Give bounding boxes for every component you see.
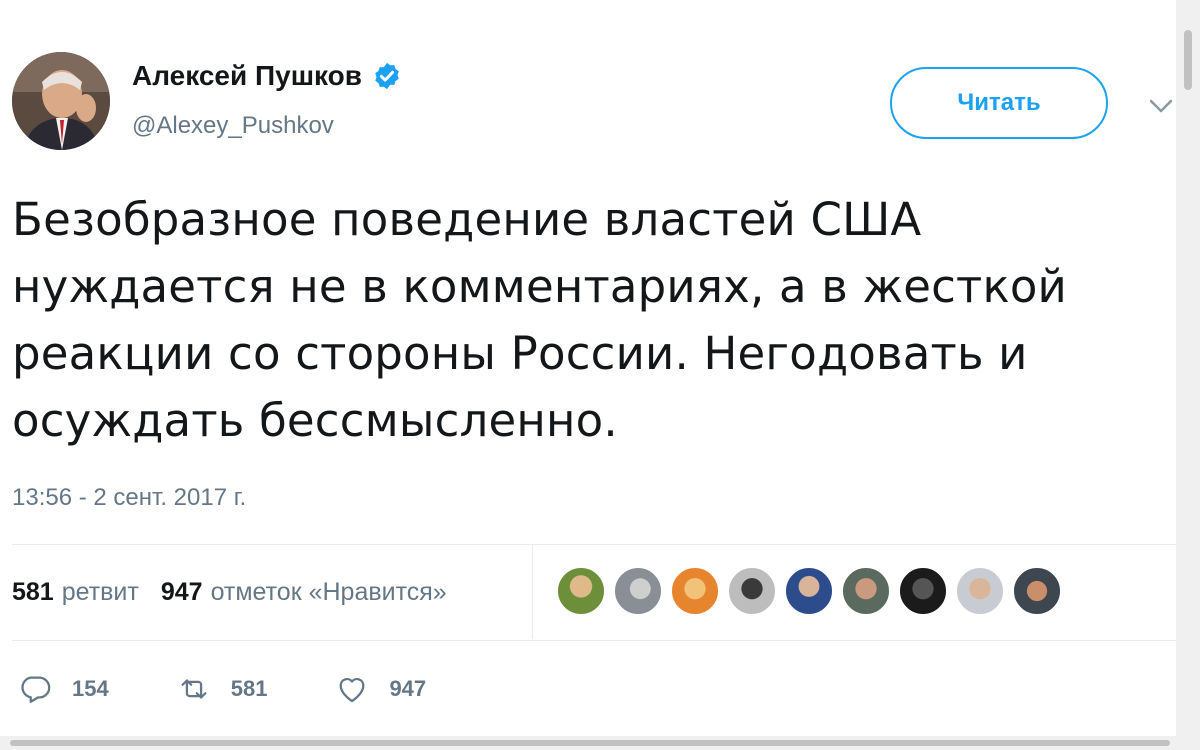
horizontal-scrollbar-thumb[interactable]	[10, 740, 1170, 746]
author-handle[interactable]: @Alexey_Pushkov	[132, 112, 334, 140]
author-avatar[interactable]	[12, 52, 110, 150]
engagement-stats: 581 ретвит 947 отметок «Нравится»	[12, 578, 447, 607]
likers-avatars	[556, 566, 1069, 616]
reply-count: 154	[72, 676, 109, 701]
likes-count[interactable]: 947	[161, 578, 203, 607]
tweet-text-line: реакции со стороны России. Негодовать и	[12, 327, 1028, 380]
liker-avatar[interactable]	[955, 566, 1005, 616]
author-avatar-image	[12, 52, 110, 150]
retweets-label[interactable]: ретвит	[62, 578, 139, 607]
reply-button[interactable]: 154	[18, 672, 109, 706]
divider	[12, 544, 1176, 545]
likes-label[interactable]: отметок «Нравится»	[211, 578, 447, 607]
liker-avatar[interactable]	[670, 566, 720, 616]
reply-icon	[21, 676, 51, 703]
tweet-card: Алексей Пушков @Alexey_Pushkov Читать Бе…	[0, 0, 1176, 736]
liker-avatar[interactable]	[613, 566, 663, 616]
tweet-text: Безобразное поведение властей США нуждае…	[12, 186, 1172, 454]
tweet-text-line: Безобразное поведение властей США	[12, 193, 922, 246]
tweet-actions: 154 581 947	[18, 672, 494, 706]
retweets-count[interactable]: 581	[12, 578, 54, 607]
chevron-down-icon[interactable]	[1146, 94, 1176, 118]
tweet-text-line: осуждать бессмысленно.	[12, 394, 618, 447]
retweet-icon	[181, 679, 207, 699]
vertical-scrollbar-thumb[interactable]	[1184, 30, 1192, 90]
heart-icon	[339, 678, 365, 703]
retweet-button[interactable]: 581	[177, 672, 268, 706]
liker-avatar[interactable]	[784, 566, 834, 616]
tweet-timestamp[interactable]: 13:56 - 2 сент. 2017 г.	[12, 484, 246, 512]
like-button[interactable]: 947	[335, 672, 426, 706]
retweet-count: 581	[230, 676, 268, 701]
horizontal-scrollbar[interactable]	[0, 736, 1200, 750]
verified-badge-icon	[375, 62, 399, 90]
liker-avatar[interactable]	[727, 566, 777, 616]
vertical-scrollbar[interactable]	[1176, 0, 1200, 750]
follow-button[interactable]: Читать	[890, 67, 1108, 139]
tweet-text-line: нуждается не в комментариях, а в жесткой	[12, 260, 1067, 313]
like-count: 947	[389, 676, 427, 701]
liker-avatar[interactable]	[556, 566, 606, 616]
liker-avatar[interactable]	[841, 566, 891, 616]
author-name-row: Алексей Пушков	[132, 60, 402, 92]
author-name[interactable]: Алексей Пушков	[132, 60, 362, 92]
stats-separator	[532, 545, 533, 639]
liker-avatar[interactable]	[898, 566, 948, 616]
divider	[12, 640, 1176, 641]
liker-avatar[interactable]	[1012, 566, 1062, 616]
